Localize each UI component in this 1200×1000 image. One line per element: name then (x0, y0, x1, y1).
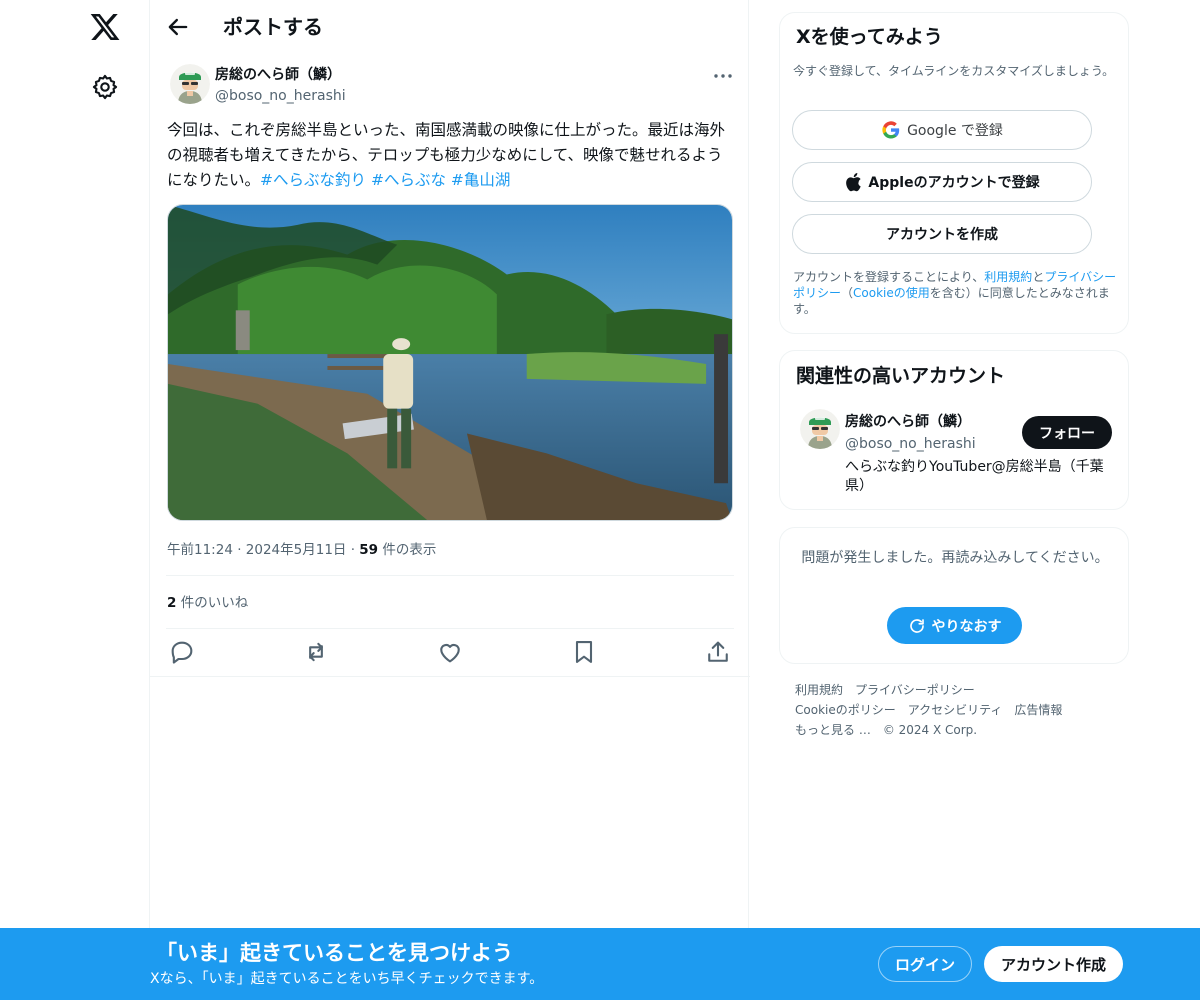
retry-label: やりなおす (931, 618, 1002, 635)
apple-signup-label: Appleのアカウントで登録 (868, 175, 1040, 191)
signup-card-title: Xを使ってみよう (796, 26, 943, 48)
likes-label: 件のいいね (180, 595, 249, 611)
reply-icon[interactable] (168, 638, 196, 666)
post-text: 今回は、これぞ房総半島といった、南国感満載の映像に仕上がった。最近は海外の視聴者… (167, 118, 737, 193)
signup-button[interactable]: アカウント作成 (984, 946, 1123, 982)
x-logo-icon[interactable] (89, 11, 121, 43)
hashtag-link[interactable]: #へらぶな (371, 171, 446, 189)
signup-card-subtitle: 今すぐ登録して、タイムラインをカスタマイズしましょう。 (793, 64, 1115, 78)
divider (150, 676, 750, 677)
bottom-bar-title: 「いま」起きていることを見つけよう (156, 941, 513, 965)
related-accounts-card: 関連性の高いアカウント 房総のへら師（鱗） @boso_no_herashi へ… (779, 350, 1129, 510)
footer-link-more[interactable]: もっと見る … (795, 723, 871, 737)
google-signup-label: Google で登録 (907, 123, 1003, 139)
footer-link-terms[interactable]: 利用規約 (795, 683, 843, 697)
hashtag-link[interactable]: #亀山湖 (451, 171, 511, 189)
views-count: 59 (359, 542, 379, 558)
divider (166, 628, 734, 629)
post-meta: 午前11:24 · 2024年5月11日 · 59 件の表示 (167, 542, 437, 558)
avatar[interactable] (800, 409, 840, 449)
views-label: 件の表示 (382, 542, 437, 558)
create-account-button[interactable]: アカウントを作成 (792, 214, 1092, 254)
signup-legal-text: アカウントを登録することにより、利用規約とプライバシーポリシー（Cookieの使… (793, 269, 1123, 317)
apple-icon (846, 173, 862, 192)
post-author: 房総のへら師（鱗） @boso_no_herashi (166, 62, 736, 108)
bottom-bar-subtitle: Xなら、「いま」起きていることをいち早くチェックできます。 (150, 971, 544, 987)
related-account-name[interactable]: 房総のへら師（鱗） (845, 413, 971, 431)
repost-icon[interactable] (302, 638, 330, 666)
retry-button[interactable]: やりなおす (887, 607, 1022, 644)
divider (166, 575, 734, 576)
cookie-link[interactable]: Cookieの使用 (853, 286, 930, 300)
legal-and: と (1032, 270, 1045, 284)
footer-link-accessibility[interactable]: アクセシビリティ (908, 703, 1003, 717)
related-account-bio: へらぶな釣りYouTuber@房総半島（千葉県） (845, 459, 1104, 494)
apple-signup-button[interactable]: Appleのアカウントで登録 (792, 162, 1092, 202)
footer-links: 利用規約 プライバシーポリシー Cookieのポリシー アクセシビリティ 広告情報 も… (795, 680, 1125, 740)
post-actions (150, 638, 750, 668)
login-button[interactable]: ログイン (878, 946, 972, 982)
signup-card: Xを使ってみよう 今すぐ登録して、タイムラインをカスタマイズしましょう。 Goo… (779, 12, 1129, 334)
follow-button[interactable]: フォロー (1022, 416, 1112, 449)
legal-prefix: アカウントを登録することにより、 (793, 270, 985, 284)
page-title: ポストする (223, 15, 323, 39)
post-time[interactable]: 午前11:24 (167, 542, 233, 558)
footer-link-privacy[interactable]: プライバシーポリシー (855, 683, 975, 697)
author-name[interactable]: 房総のへら師（鱗） (215, 66, 341, 84)
google-signup-button[interactable]: Google で登録 (792, 110, 1092, 150)
back-arrow-icon[interactable] (164, 13, 192, 41)
footer-link-ads[interactable]: 広告情報 (1014, 703, 1062, 717)
copyright: © 2024 X Corp. (882, 723, 978, 737)
more-dots-icon[interactable] (711, 66, 735, 86)
refresh-icon (909, 618, 924, 633)
related-card-title: 関連性の高いアカウント (796, 365, 1006, 387)
post-photo[interactable] (167, 204, 733, 521)
author-handle[interactable]: @boso_no_herashi (215, 87, 346, 105)
post-date[interactable]: 2024年5月11日 (246, 542, 347, 558)
main-column: ポストする 房総のへら師（鱗） @boso_no_herashi 今回は、これぞ… (149, 0, 750, 1000)
avatar[interactable] (170, 64, 210, 104)
hashtag-link[interactable]: #へらぶな釣り (260, 171, 366, 189)
share-icon[interactable] (704, 638, 732, 666)
bookmark-icon[interactable] (570, 638, 598, 666)
heart-icon[interactable] (436, 638, 464, 666)
error-card: 問題が発生しました。再読み込みしてください。 やりなおす (779, 527, 1129, 664)
legal-paren: （ (841, 286, 854, 300)
google-icon (882, 121, 900, 139)
error-message: 問題が発生しました。再読み込みしてください。 (801, 550, 1109, 566)
related-account-handle[interactable]: @boso_no_herashi (845, 435, 976, 453)
footer-link-cookie[interactable]: Cookieのポリシー (795, 703, 896, 717)
likes-count: 2 (167, 595, 177, 611)
bottom-signup-bar: 「いま」起きていることを見つけよう Xなら、「いま」起きていることをいち早くチェ… (0, 928, 1200, 1000)
left-rail (0, 0, 150, 1000)
likes-summary[interactable]: 2 件のいいね (167, 593, 248, 613)
gear-icon[interactable] (91, 73, 119, 101)
post-body: 今回は、これぞ房総半島といった、南国感満載の映像に仕上がった。最近は海外の視聴者… (167, 121, 726, 189)
terms-link[interactable]: 利用規約 (984, 270, 1032, 284)
main-header: ポストする (150, 0, 750, 53)
